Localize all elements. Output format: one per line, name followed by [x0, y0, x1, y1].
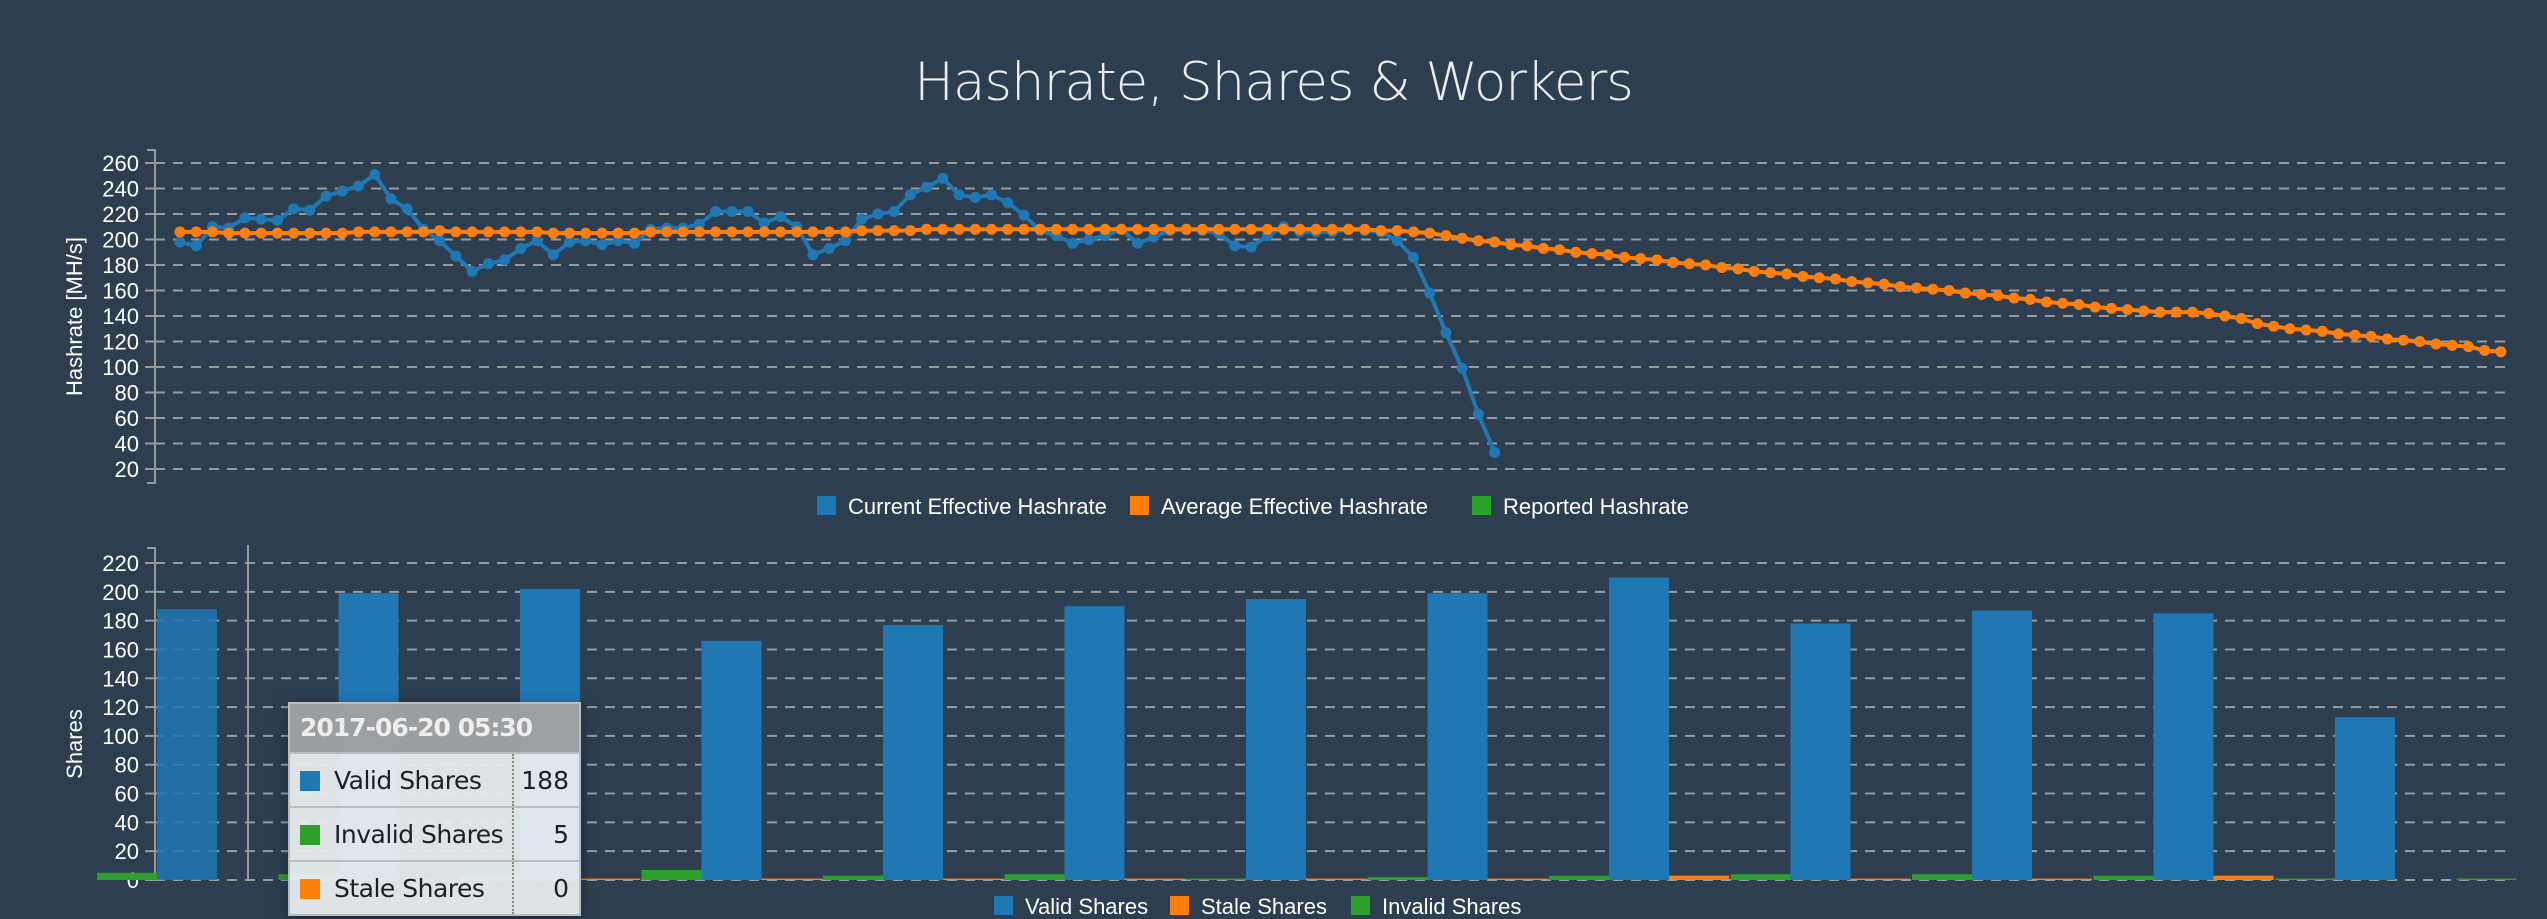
- y-tick-label: 160: [102, 637, 139, 662]
- bar-invalid-shares: [2456, 878, 2517, 880]
- tooltip-table: Valid Shares 188 Invalid Shares 5 Stale …: [290, 752, 579, 914]
- bar-invalid-shares: [2275, 878, 2335, 880]
- y-tick-label: 60: [115, 782, 139, 807]
- bar-invalid-shares: [1730, 874, 1791, 880]
- bar-valid-shares: [157, 609, 217, 880]
- legend-label: Valid Shares: [1025, 894, 1148, 919]
- bar-stale-shares: [1306, 878, 1366, 880]
- bar-stale-shares: [1850, 878, 1911, 880]
- bar-invalid-shares: [1549, 875, 1609, 880]
- y-tick-label: 40: [115, 810, 139, 835]
- tooltip-label: Valid Shares: [334, 765, 482, 795]
- bar-valid-shares: [2335, 717, 2395, 880]
- bar-valid-shares: [1427, 593, 1488, 880]
- tooltip-value: 5: [513, 806, 579, 861]
- bar-stale-shares: [1487, 878, 1548, 880]
- tooltip-header: 2017-06-20 05:30: [290, 704, 579, 752]
- bar-invalid-shares: [1912, 874, 1972, 880]
- tooltip-row: Valid Shares 188: [290, 752, 579, 807]
- tooltip-value: 188: [513, 752, 579, 807]
- bar-valid-shares: [883, 624, 943, 880]
- bar-valid-shares: [1790, 623, 1851, 880]
- bar-stale-shares: [761, 878, 822, 880]
- y-tick-label: 200: [102, 580, 139, 605]
- y-tick-label: 120: [102, 695, 139, 720]
- bar-invalid-shares: [97, 872, 157, 880]
- y-tick-label: 80: [115, 753, 139, 778]
- bar-invalid-shares: [1186, 878, 1246, 880]
- legend-swatch: [1170, 896, 1189, 915]
- bar-invalid-shares: [641, 869, 702, 880]
- bar-valid-shares: [2153, 613, 2214, 880]
- tooltip-swatch-valid: [300, 770, 320, 791]
- bar-stale-shares: [1669, 875, 1729, 880]
- y-tick-label: 140: [102, 666, 139, 691]
- tooltip-value: 0: [513, 860, 579, 914]
- tooltip-swatch-invalid: [300, 824, 320, 845]
- bar-valid-shares: [1972, 610, 2032, 880]
- tooltip-label: Stale Shares: [334, 873, 485, 903]
- bar-stale-shares: [2032, 878, 2092, 880]
- tooltip-row: Invalid Shares 5: [290, 806, 579, 861]
- bar-stale-shares: [580, 878, 640, 880]
- bar-invalid-shares: [823, 875, 883, 880]
- y-axis-title: Shares: [62, 709, 87, 779]
- bar-valid-shares: [1064, 606, 1125, 880]
- y-tick-label: 20: [115, 839, 139, 864]
- y-axis: [147, 547, 156, 881]
- legend-swatch: [994, 896, 1013, 915]
- bar-stale-shares: [2213, 875, 2274, 880]
- legend-swatch: [1351, 896, 1370, 915]
- y-tick-label: 100: [102, 724, 139, 749]
- tooltip-label: Invalid Shares: [334, 819, 504, 849]
- shares-tooltip: 2017-06-20 05:30 Valid Shares 188 Invali…: [288, 702, 581, 916]
- bar-stale-shares: [943, 878, 1003, 880]
- y-tick-label: 0: [127, 868, 139, 893]
- legend-label: Stale Shares: [1201, 894, 1327, 919]
- tooltip-row: Stale Shares 0: [290, 860, 579, 914]
- y-tick-label: 180: [102, 609, 139, 634]
- bar-invalid-shares: [1367, 877, 1428, 880]
- bar-invalid-shares: [2093, 875, 2154, 880]
- y-tick-label: 220: [102, 551, 139, 576]
- bar-valid-shares: [701, 640, 762, 880]
- bar-invalid-shares: [1004, 874, 1065, 880]
- bar-valid-shares: [1246, 599, 1306, 880]
- bar-stale-shares: [1124, 878, 1185, 880]
- bar-valid-shares: [1609, 577, 1669, 880]
- legend-label: Invalid Shares: [1382, 894, 1521, 919]
- tooltip-swatch-stale: [300, 878, 320, 899]
